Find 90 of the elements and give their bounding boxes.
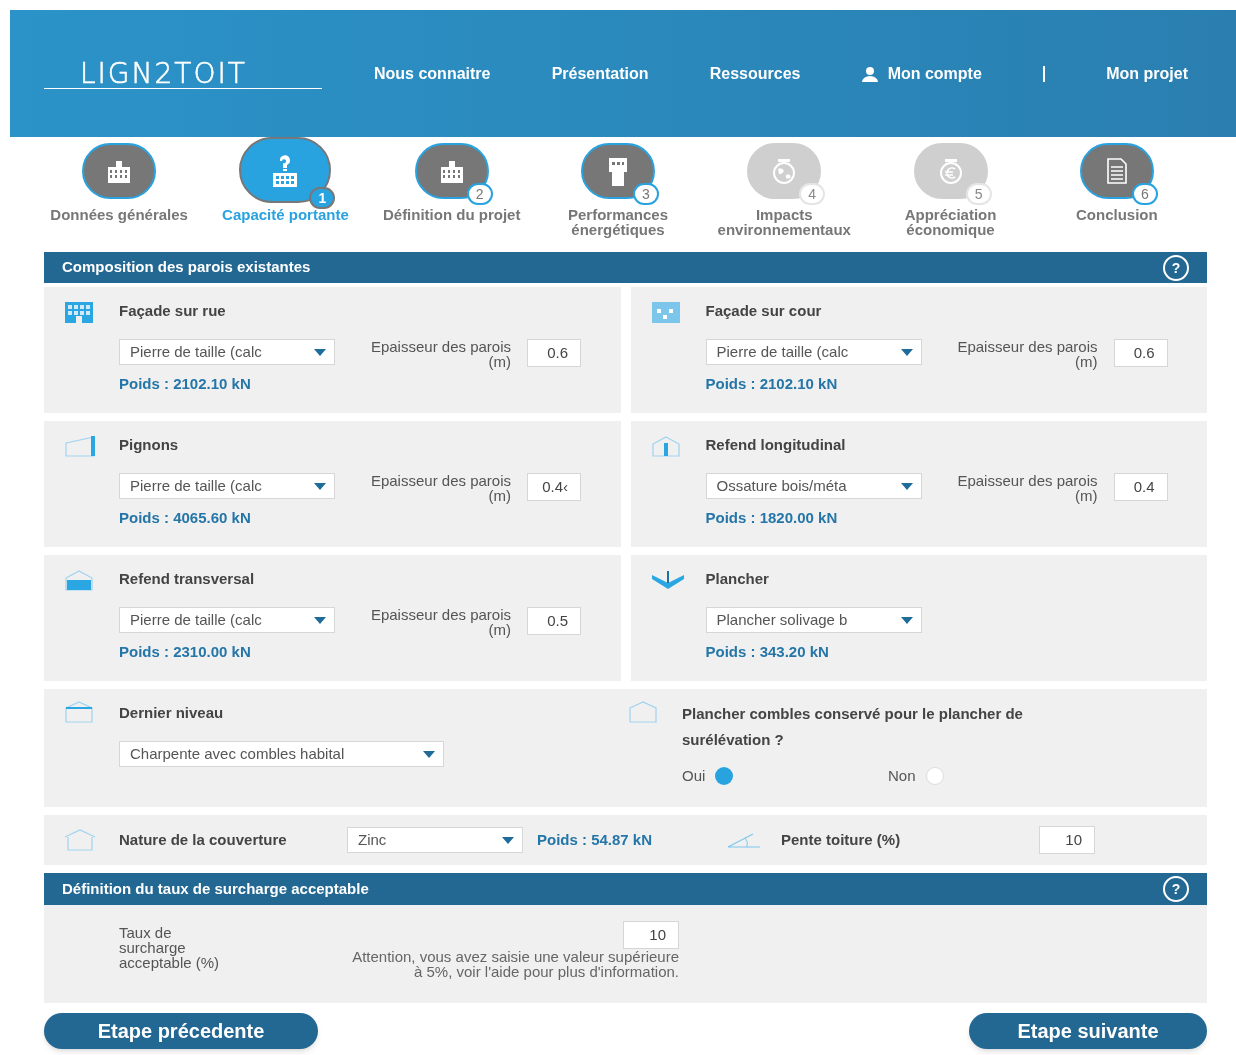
- weight-text: Poids : 343.20 kN: [705, 642, 830, 662]
- step-label: Impacts environnementaux: [716, 207, 852, 237]
- wall-title: Façade sur cour: [705, 301, 823, 321]
- step-label: Définition du projet: [381, 207, 522, 222]
- weight-text: Poids : 4065.60 kN: [119, 508, 252, 528]
- material-select[interactable]: Ossature bois/méta: [705, 473, 922, 499]
- gable-wall-icon: [64, 435, 98, 457]
- wall-title: Pignons: [119, 435, 180, 455]
- help-icon[interactable]: ?: [1163, 876, 1189, 902]
- material-select[interactable]: Pierre de taille (calc: [119, 339, 335, 365]
- nav-link[interactable]: Mon projet: [1106, 61, 1188, 86]
- caret-icon: [314, 482, 326, 490]
- help-icon[interactable]: ?: [1163, 254, 1189, 281]
- slope-angle-icon: [727, 832, 761, 848]
- step-label: Performances énergétiques: [566, 207, 669, 237]
- weight-text: Poids : 2310.00 kN: [119, 642, 252, 662]
- nav-link[interactable]: Nous connaitre: [374, 61, 491, 86]
- question-text: Plancher combles conservé pour le plancher de surélévation ?: [682, 704, 1024, 750]
- house-outline-icon: [64, 829, 96, 851]
- logo[interactable]: LIGN2TOIT: [44, 58, 322, 89]
- wall-title: Refend transversal: [119, 569, 256, 589]
- number-field[interactable]: 0.6: [1113, 339, 1168, 367]
- thickness-label: Epaisseur des parois (m): [369, 473, 511, 503]
- step-label: Conclusion: [1075, 207, 1159, 222]
- floor-slab-icon: [650, 569, 685, 591]
- number-field[interactable]: 10: [623, 921, 679, 949]
- caret-icon: [900, 616, 913, 624]
- caret-icon: [502, 836, 514, 844]
- number-field[interactable]: 0.5: [527, 607, 581, 635]
- thickness-label: Epaisseur des parois (m): [956, 339, 1098, 369]
- roof-structure-select[interactable]: Charpente avec combles habital: [119, 741, 444, 767]
- level-title: Dernier niveau: [119, 703, 225, 723]
- thickness-label: Epaisseur des parois (m): [369, 607, 511, 637]
- rate-label: Taux de surcharge acceptable (%): [119, 925, 221, 973]
- caret-icon: [314, 616, 326, 624]
- nav-link[interactable]: Présentation: [551, 61, 649, 86]
- step-number: 6: [1131, 183, 1158, 205]
- radio-button[interactable]: [925, 767, 944, 786]
- section-title: Définition du taux de surcharge acceptable: [62, 878, 369, 899]
- weight-text: Poids : 1820.00 kN: [705, 508, 839, 528]
- caret-icon: [314, 348, 326, 356]
- material-select[interactable]: Pierre de taille (calc: [705, 339, 922, 365]
- nav-link[interactable]: Ressources: [709, 61, 801, 86]
- weight-text: Poids : 54.87 kN: [537, 829, 654, 850]
- material-select[interactable]: Pierre de taille (calc: [119, 607, 335, 633]
- wall-title: Façade sur rue: [119, 301, 227, 321]
- roofing-label: Nature de la couverture: [119, 829, 288, 850]
- weight-text: Poids : 2102.10 kN: [705, 374, 839, 394]
- user-icon: [861, 65, 878, 82]
- wall-title: Plancher: [705, 569, 770, 589]
- section-title: Composition des parois existantes: [62, 257, 311, 278]
- previous-step-button[interactable]: Etape précedente: [44, 1013, 318, 1049]
- slope-label: Pente toiture (%): [781, 829, 902, 850]
- house-outline-icon: [64, 701, 94, 723]
- weight-text: Poids : 2102.10 kN: [119, 374, 252, 394]
- step-number: 3: [633, 183, 659, 205]
- warning-text: Attention, vous avez saisie une valeur supérieure à 5%, voir l'aide pour plus d'information.: [351, 949, 679, 979]
- thickness-label: Epaisseur des parois (m): [369, 339, 511, 369]
- step-number: 4: [799, 183, 826, 205]
- building-icon: [650, 301, 681, 323]
- radio-option[interactable]: Oui: [682, 765, 888, 788]
- house-wall-icon: [64, 569, 94, 591]
- radio-option[interactable]: Non: [888, 765, 944, 788]
- building-icon: [106, 159, 133, 183]
- document-icon: [1104, 157, 1129, 185]
- caret-icon: [900, 348, 913, 356]
- roofing-select[interactable]: Zinc: [347, 827, 523, 853]
- thickness-label: Epaisseur des parois (m): [956, 473, 1098, 503]
- next-step-button[interactable]: Etape suivante: [969, 1013, 1207, 1049]
- nav-link[interactable]: Mon compte: [861, 61, 982, 86]
- step-number: 5: [965, 183, 992, 205]
- caret-icon: [900, 482, 913, 490]
- radio-button[interactable]: [715, 767, 734, 786]
- material-select[interactable]: Plancher solivage b: [705, 607, 922, 633]
- number-field[interactable]: 0.6: [527, 339, 581, 367]
- step-label: Capacité portante: [221, 207, 350, 222]
- step-number: 1: [309, 187, 336, 209]
- number-field[interactable]: 10: [1039, 826, 1095, 854]
- step-number: 2: [466, 183, 493, 205]
- building-icon: [438, 159, 465, 183]
- step-label: Appréciation économique: [903, 207, 998, 237]
- building-icon: [64, 301, 94, 323]
- house-wall-icon: [650, 435, 681, 457]
- wall-title: Refend longitudinal: [705, 435, 847, 455]
- house-outline-icon: [628, 701, 658, 723]
- number-field[interactable]: 0.4‹: [527, 473, 581, 501]
- step-label: Données générales: [49, 207, 189, 222]
- number-field[interactable]: 0.4: [1113, 473, 1168, 501]
- material-select[interactable]: Pierre de taille (calc: [119, 473, 335, 499]
- caret-icon: [423, 750, 435, 758]
